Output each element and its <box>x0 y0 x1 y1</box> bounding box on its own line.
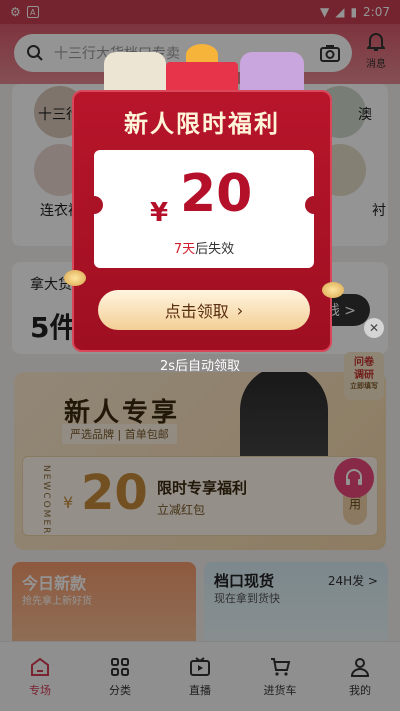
newbie-welfare-popup: 新人限时福利 ¥ 20 7天后失效 点击领取 › <box>64 90 344 352</box>
valid-days: 7天 <box>173 242 196 257</box>
coin-decoration <box>322 282 344 298</box>
ticket-validity: 7天后失效 <box>94 238 314 257</box>
chevron-right-icon: › <box>236 300 244 320</box>
claim-button[interactable]: 点击领取 › <box>98 290 310 330</box>
ticket-yen: ¥ <box>150 198 169 228</box>
ticket-amount: 20 <box>180 164 253 224</box>
auto-claim-text: 2s后自动领取 <box>159 359 241 374</box>
valid-suffix: 后失效 <box>195 242 235 257</box>
close-icon[interactable]: ✕ <box>364 318 384 338</box>
popup-title: 新人限时福利 <box>124 110 280 138</box>
red-packet-ticket: ¥ 20 7天后失效 <box>85 150 323 268</box>
coin-decoration <box>64 270 86 286</box>
claim-label: 点击领取 <box>164 302 229 321</box>
